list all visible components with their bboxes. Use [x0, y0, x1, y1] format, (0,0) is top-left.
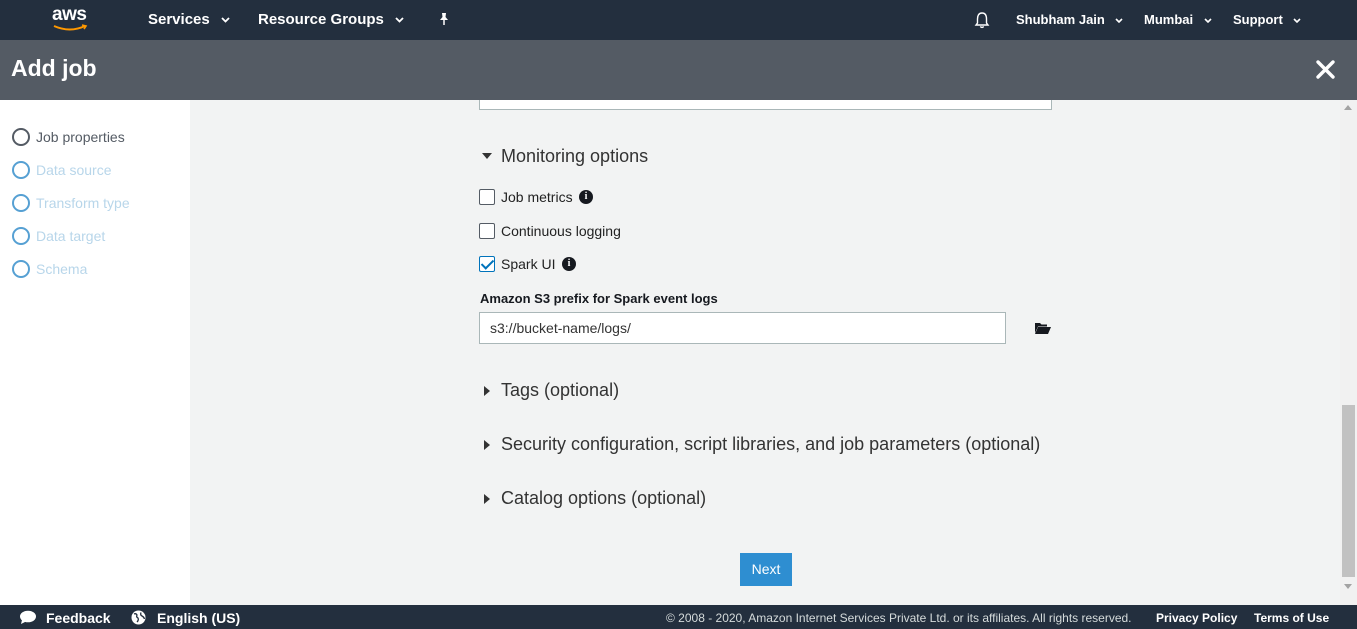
chevron-down-icon	[221, 17, 230, 23]
s3-prefix-label: Amazon S3 prefix for Spark event logs	[480, 291, 718, 306]
region-menu[interactable]: Mumbai	[1144, 0, 1212, 40]
spark-ui-label: Spark UI	[501, 256, 556, 272]
scroll-up-arrow-icon[interactable]	[1344, 105, 1352, 110]
globe-icon	[131, 610, 146, 625]
chevron-down-icon	[1204, 18, 1212, 24]
info-icon[interactable]: i	[562, 257, 576, 271]
catalog-options-toggle[interactable]: Catalog options (optional)	[482, 488, 722, 510]
services-menu[interactable]: Services	[148, 0, 230, 40]
continuous-logging-label: Continuous logging	[501, 223, 621, 239]
scroll-down-arrow-icon[interactable]	[1344, 584, 1352, 589]
step-indicator	[12, 194, 30, 212]
main-content	[190, 100, 1340, 596]
page-title: Add job	[11, 55, 97, 81]
step-label: Data source	[36, 162, 112, 178]
monitoring-options-title: Monitoring options	[501, 146, 649, 166]
support-menu[interactable]: Support	[1233, 0, 1302, 40]
feedback-link[interactable]: Feedback	[46, 605, 111, 629]
caret-right-icon	[484, 386, 490, 396]
footer: Feedback English (US) © 2008 - 2020, Ama…	[0, 605, 1357, 629]
language-selector[interactable]: English (US)	[157, 605, 240, 629]
caret-right-icon	[484, 494, 490, 504]
step-indicator	[12, 128, 30, 146]
info-icon[interactable]: i	[579, 190, 593, 204]
folder-open-icon[interactable]	[1034, 322, 1052, 335]
close-icon[interactable]	[1315, 59, 1336, 80]
chevron-down-icon	[395, 17, 404, 23]
step-label: Data target	[36, 228, 106, 244]
services-label: Services	[148, 11, 210, 28]
step-label: Transform type	[36, 195, 130, 211]
continuous-logging-option: Continuous logging	[479, 223, 629, 241]
bell-icon[interactable]	[973, 11, 991, 29]
resource-groups-label: Resource Groups	[258, 11, 384, 28]
next-button[interactable]: Next	[740, 553, 792, 586]
step-label: Schema	[36, 261, 88, 277]
privacy-policy-link[interactable]: Privacy Policy	[1156, 605, 1237, 629]
user-label: Shubham Jain	[1016, 12, 1105, 27]
page-header: Add job	[0, 40, 1357, 100]
tags-toggle[interactable]: Tags (optional)	[482, 380, 642, 402]
chevron-down-icon	[1293, 18, 1302, 24]
top-nav: aws Services Resource Groups Shubham Jai…	[0, 0, 1357, 40]
support-label: Support	[1233, 12, 1283, 27]
step-label: Job properties	[36, 129, 125, 145]
job-metrics-option: Job metrics i	[479, 189, 609, 207]
pin-icon[interactable]	[437, 12, 451, 26]
chevron-down-icon	[1115, 18, 1124, 24]
terms-of-use-link[interactable]: Terms of Use	[1254, 605, 1329, 629]
caret-right-icon	[484, 440, 490, 450]
catalog-options-title: Catalog options (optional)	[501, 488, 707, 508]
step-indicator	[12, 260, 30, 278]
tags-title: Tags (optional)	[501, 380, 620, 400]
previous-field-input[interactable]	[479, 100, 1052, 110]
resource-groups-menu[interactable]: Resource Groups	[258, 0, 404, 40]
job-metrics-checkbox[interactable]	[479, 189, 495, 205]
scrollbar-thumb[interactable]	[1342, 405, 1355, 577]
user-menu[interactable]: Shubham Jain	[1016, 0, 1124, 40]
scrollbar[interactable]	[1340, 100, 1357, 605]
spark-ui-checkbox[interactable]	[479, 256, 495, 272]
step-indicator	[12, 227, 30, 245]
monitoring-options-toggle[interactable]: Monitoring options	[482, 146, 682, 168]
speech-bubble-icon	[20, 610, 36, 624]
wizard-steps: Job properties Data source Transform typ…	[0, 100, 190, 605]
continuous-logging-checkbox[interactable]	[479, 223, 495, 239]
aws-smile-icon	[53, 24, 88, 31]
job-metrics-label: Job metrics	[501, 189, 573, 205]
s3-prefix-input[interactable]: s3://bucket-name/logs/	[479, 312, 1006, 344]
step-indicator	[12, 161, 30, 179]
security-config-title: Security configuration, script libraries…	[501, 434, 1041, 454]
region-label: Mumbai	[1144, 12, 1194, 27]
aws-logo[interactable]: aws	[52, 4, 92, 34]
aws-logo-text: aws	[52, 4, 87, 25]
spark-ui-option: Spark UI i	[479, 256, 589, 274]
caret-down-icon	[482, 153, 492, 159]
security-config-toggle[interactable]: Security configuration, script libraries…	[482, 434, 1052, 456]
copyright-text: © 2008 - 2020, Amazon Internet Services …	[666, 611, 1132, 625]
